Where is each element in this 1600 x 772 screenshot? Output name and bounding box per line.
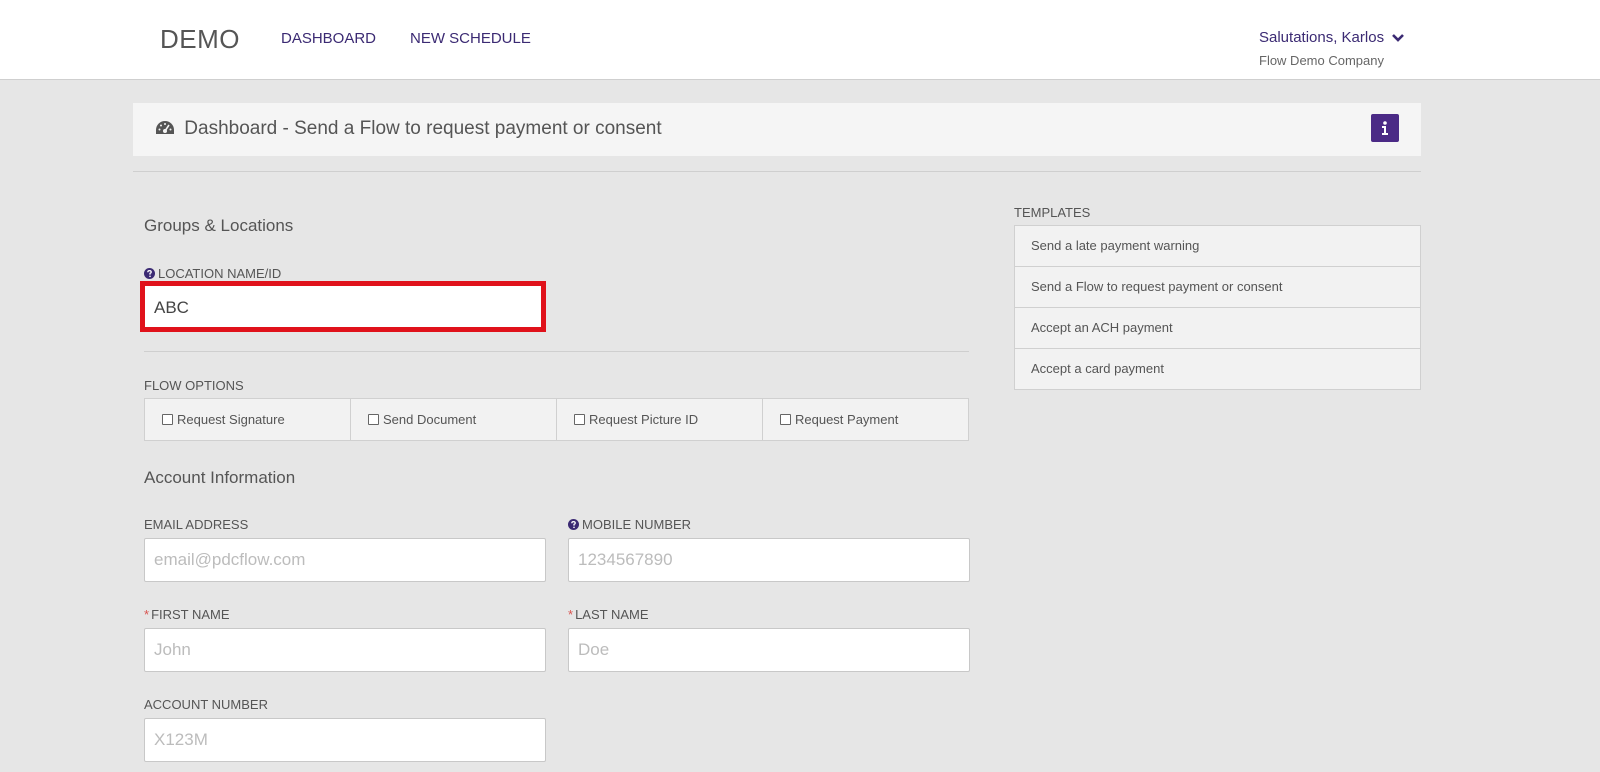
- page-header-panel: Dashboard - Send a Flow to request payme…: [133, 103, 1421, 156]
- location-input[interactable]: [151, 290, 541, 325]
- last-name-label: * LAST NAME: [568, 607, 649, 622]
- brand-logo[interactable]: DEMO: [160, 24, 240, 55]
- nav-new-schedule-link[interactable]: NEW SCHEDULE: [410, 30, 531, 47]
- email-field[interactable]: [144, 538, 546, 582]
- required-marker: *: [568, 607, 574, 622]
- template-item-card-payment[interactable]: Accept a card payment: [1015, 349, 1420, 389]
- checkbox[interactable]: [162, 414, 173, 425]
- last-name-field[interactable]: [568, 628, 970, 672]
- account-information-heading: Account Information: [144, 468, 296, 487]
- account-number-label: ACCOUNT NUMBER: [144, 697, 268, 712]
- required-marker: *: [144, 607, 150, 622]
- flow-option-label: Request Picture ID: [589, 412, 699, 427]
- location-label-text: LOCATION NAME/ID: [158, 266, 282, 281]
- location-label: LOCATION NAME/ID: [144, 266, 281, 281]
- template-item-ach-payment[interactable]: Accept an ACH payment: [1015, 308, 1420, 349]
- flow-option-send-document[interactable]: Send Document: [351, 399, 557, 440]
- help-icon[interactable]: [144, 268, 155, 279]
- flow-option-request-picture-id[interactable]: Request Picture ID: [557, 399, 763, 440]
- user-greeting: Salutations, Karlos: [1259, 29, 1385, 46]
- chevron-down-icon: [1392, 34, 1405, 42]
- mobile-number-field[interactable]: [568, 538, 970, 582]
- info-button[interactable]: [1371, 114, 1399, 142]
- checkbox[interactable]: [574, 414, 585, 425]
- company-name: Flow Demo Company: [1259, 53, 1384, 68]
- help-icon[interactable]: [568, 519, 579, 530]
- dashboard-gauge-icon: [156, 121, 174, 134]
- location-input-highlight: [140, 281, 546, 332]
- groups-locations-heading: Groups & Locations: [144, 216, 294, 235]
- mobile-label: MOBILE NUMBER: [568, 517, 691, 532]
- flow-options-group: Request Signature Send Document Request …: [144, 398, 969, 441]
- flow-option-label: Send Document: [383, 412, 477, 427]
- templates-label: TEMPLATES: [1014, 205, 1091, 220]
- last-name-label-text: LAST NAME: [575, 607, 649, 622]
- flow-option-label: Request Signature: [177, 412, 285, 427]
- first-name-label-text: FIRST NAME: [151, 607, 230, 622]
- info-icon: [1382, 121, 1388, 135]
- page-title-text: Dashboard - Send a Flow to request payme…: [184, 118, 662, 139]
- template-item-request-payment-or-consent[interactable]: Send a Flow to request payment or consen…: [1015, 267, 1420, 308]
- page-title: Dashboard - Send a Flow to request payme…: [155, 118, 662, 140]
- nav-dashboard-link[interactable]: DASHBOARD: [281, 30, 376, 47]
- top-navbar: DEMO DASHBOARD NEW SCHEDULE Salutations,…: [0, 0, 1600, 80]
- mobile-label-text: MOBILE NUMBER: [582, 517, 692, 532]
- flow-option-request-payment[interactable]: Request Payment: [763, 399, 968, 440]
- first-name-field[interactable]: [144, 628, 546, 672]
- checkbox[interactable]: [780, 414, 791, 425]
- template-item-late-payment-warning[interactable]: Send a late payment warning: [1015, 226, 1420, 267]
- email-label: EMAIL ADDRESS: [144, 517, 249, 532]
- templates-list: Send a late payment warning Send a Flow …: [1014, 225, 1421, 390]
- header-divider: [133, 171, 1421, 172]
- flow-option-request-signature[interactable]: Request Signature: [145, 399, 351, 440]
- account-number-field[interactable]: [144, 718, 546, 762]
- checkbox[interactable]: [368, 414, 379, 425]
- first-name-label: * FIRST NAME: [144, 607, 230, 622]
- flow-options-label: FLOW OPTIONS: [144, 378, 244, 393]
- flow-option-label: Request Payment: [795, 412, 899, 427]
- user-menu-toggle[interactable]: Salutations, Karlos: [1259, 29, 1405, 46]
- section-divider: [144, 351, 969, 352]
